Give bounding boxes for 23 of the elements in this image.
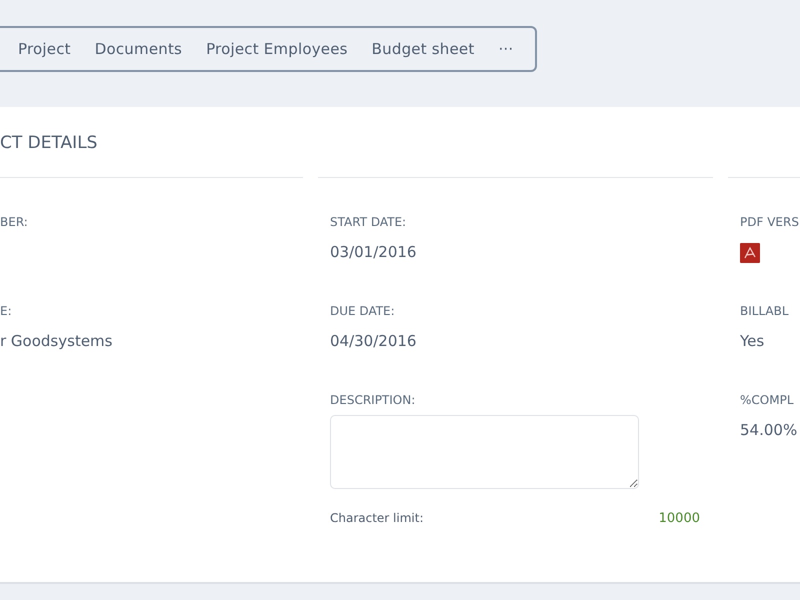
tab[interactable]: Documents <box>84 40 192 58</box>
tab[interactable]: Project Employees <box>196 40 358 58</box>
tab[interactable]: Budget sheet <box>362 40 484 58</box>
field-label: START DATE: <box>330 215 408 229</box>
field-label: DUE DATE: <box>330 304 396 318</box>
description-field[interactable] <box>330 415 639 489</box>
field-label: BER: <box>0 215 29 229</box>
field-label: BILLABL <box>740 304 790 318</box>
tab[interactable]: ··· <box>488 40 524 58</box>
field-value: 54.00% <box>740 421 798 439</box>
field-value: Yes <box>740 332 766 350</box>
tab[interactable]: Project <box>8 40 81 58</box>
field-label: %COMPL <box>740 393 795 407</box>
field-value: 03/01/2016 <box>330 243 418 261</box>
field-value: 04/30/2016 <box>330 332 418 350</box>
field-value: r Goodsystems <box>0 332 114 350</box>
field-label: DESCRIPTION: <box>330 393 416 407</box>
field-label: E: <box>0 304 13 318</box>
field-label: PDF VERS <box>740 215 800 229</box>
pdf-icon[interactable] <box>740 243 760 263</box>
character-limit-label: Character limit: <box>330 511 424 526</box>
section-title: CT DETAILS <box>0 132 98 155</box>
character-limit-count: 10000 <box>658 511 700 526</box>
